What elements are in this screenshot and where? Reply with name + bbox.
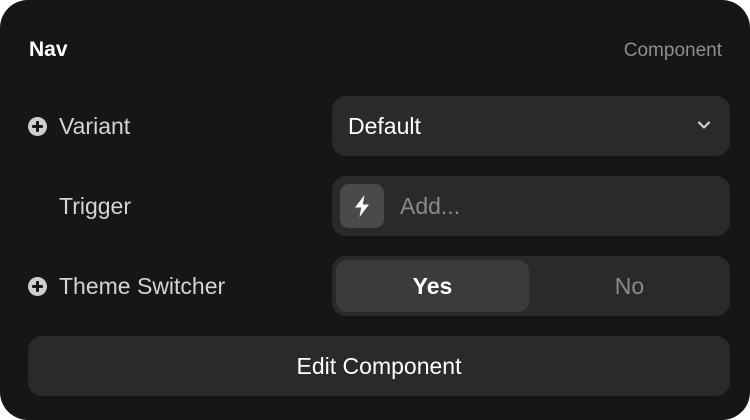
variant-select[interactable]: Default <box>332 96 730 156</box>
variant-select-value: Default <box>348 113 421 139</box>
theme-switcher-segmented-control: Yes No <box>332 256 730 316</box>
plus-circle-icon[interactable] <box>28 276 47 296</box>
variant-label: Variant <box>59 112 131 139</box>
chevron-down-icon <box>697 121 711 129</box>
trigger-label: Trigger <box>59 192 131 219</box>
trigger-icon-box[interactable] <box>340 184 384 228</box>
lightning-bolt-icon <box>355 195 369 217</box>
segment-yes[interactable]: Yes <box>336 260 529 312</box>
edit-component-button[interactable]: Edit Component <box>28 336 730 396</box>
trigger-row-label: Trigger <box>28 176 131 236</box>
component-type-label: Component <box>623 40 722 61</box>
variant-row-label: Variant <box>28 96 130 156</box>
theme-switcher-label: Theme Switcher <box>59 272 226 299</box>
theme-switcher-row-label: Theme Switcher <box>28 256 225 316</box>
component-properties-panel: Nav Component Variant Default Trigger Ad… <box>0 0 750 420</box>
segment-no[interactable]: No <box>533 260 726 312</box>
trigger-placeholder: Add... <box>400 193 461 219</box>
panel-title: Nav <box>29 38 68 61</box>
plus-circle-icon[interactable] <box>28 116 47 136</box>
trigger-field[interactable]: Add... <box>332 176 730 236</box>
